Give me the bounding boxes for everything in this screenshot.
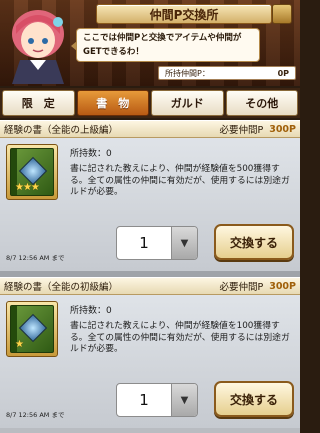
- chevron-down-icon[interactable]: ▼: [171, 384, 197, 416]
- shop-header: 仲間P交換所 ここでは仲間Pと交換でアイテムや仲間が GETできるわ！ 所持仲間…: [0, 0, 300, 86]
- list-item: 経験の書（全能の上級編） 必要仲間P 300P ★★★ 所持数：0 書に記された…: [0, 120, 300, 271]
- quantity-select[interactable]: 1 ▼: [116, 226, 198, 260]
- star-emblem-icon: [18, 313, 48, 343]
- item-cost-value: 300P: [269, 123, 296, 135]
- speech-tail: [71, 41, 77, 51]
- rarity-stars: ★: [15, 339, 24, 350]
- category-tabs: 限 定 書 物 ガルド その他: [0, 88, 300, 118]
- item-list: 経験の書（全能の上級編） 必要仲間P 300P ★★★ 所持数：0 書に記された…: [0, 120, 300, 433]
- item-description: 書に記された教えにより、仲間が経験値を100獲得する。全ての属性の仲間に有効だが…: [70, 321, 290, 354]
- menu-button[interactable]: [272, 4, 292, 24]
- star-emblem-icon: [18, 156, 48, 186]
- item-header: 経験の書（全能の上級編） 必要仲間P 300P: [0, 120, 300, 138]
- tab-limited[interactable]: 限 定: [2, 90, 75, 116]
- list-item: 経験の書（全能の初級編） 必要仲間P 300P ★ 所持数：0 書に記された教え…: [0, 277, 300, 428]
- tab-books[interactable]: 書 物: [76, 90, 149, 116]
- quantity-select[interactable]: 1 ▼: [116, 383, 198, 417]
- exchange-button[interactable]: 交換する: [214, 224, 294, 260]
- tab-limited-label: 限 定: [21, 97, 55, 110]
- item-name: 経験の書（全能の初級編）: [4, 282, 119, 293]
- book-cover: ★: [10, 305, 54, 353]
- owned-points-value: 0P: [277, 68, 289, 78]
- speech-line-2: GETできるわ！: [83, 47, 144, 57]
- page-title-text: 仲間P交換所: [149, 7, 219, 22]
- item-body: ★★★ 所持数：0 書に記された教えにより、仲間が経験値を500獲得する。全ての…: [0, 138, 300, 271]
- character-portrait: [12, 10, 64, 84]
- owned-points-label: 所持仲間P：: [165, 68, 210, 78]
- item-cost-value: 300P: [269, 280, 296, 292]
- item-description: 書に記された教えにより、仲間が経験値を500獲得する。全ての属性の仲間に有効だが…: [70, 164, 290, 197]
- book-cover: ★★★: [10, 148, 54, 196]
- exchange-button[interactable]: 交換する: [214, 381, 294, 417]
- tab-gald-label: ガルド: [170, 97, 204, 110]
- owned-points-display: 所持仲間P： 0P: [158, 66, 296, 80]
- tab-books-label: 書 物: [96, 97, 130, 110]
- item-cost-label: 必要仲間P: [219, 125, 264, 136]
- speech-line-1: ここでは仲間Pと交換でアイテムや仲間が: [83, 33, 242, 43]
- expiry-text: 8/7 12:56 AM まで: [6, 254, 65, 262]
- item-name: 経験の書（全能の上級編）: [4, 125, 119, 136]
- book-icon: ★: [6, 301, 58, 357]
- tab-other[interactable]: その他: [225, 90, 298, 116]
- speech-bubble: ここでは仲間Pと交換でアイテムや仲間が GETできるわ！: [71, 28, 260, 62]
- owned-count: 所持数：0: [70, 149, 112, 159]
- item-cost-label: 必要仲間P: [219, 282, 264, 293]
- item-body: ★ 所持数：0 書に記された教えにより、仲間が経験値を100獲得する。全ての属性…: [0, 295, 300, 428]
- exchange-button-label: 交換する: [229, 235, 278, 250]
- book-icon: ★★★: [6, 144, 58, 200]
- quantity-value: 1: [139, 391, 149, 409]
- rarity-stars: ★★★: [15, 182, 40, 193]
- expiry-text: 8/7 12:56 AM まで: [6, 411, 65, 419]
- tab-other-label: その他: [245, 97, 279, 110]
- chevron-down-icon[interactable]: ▼: [171, 227, 197, 259]
- owned-count: 所持数：0: [70, 306, 112, 316]
- tab-gald[interactable]: ガルド: [151, 90, 224, 116]
- exchange-button-label: 交換する: [229, 392, 278, 407]
- item-header: 経験の書（全能の初級編） 必要仲間P 300P: [0, 277, 300, 295]
- quantity-value: 1: [139, 234, 149, 252]
- page-title: 仲間P交換所: [96, 4, 272, 24]
